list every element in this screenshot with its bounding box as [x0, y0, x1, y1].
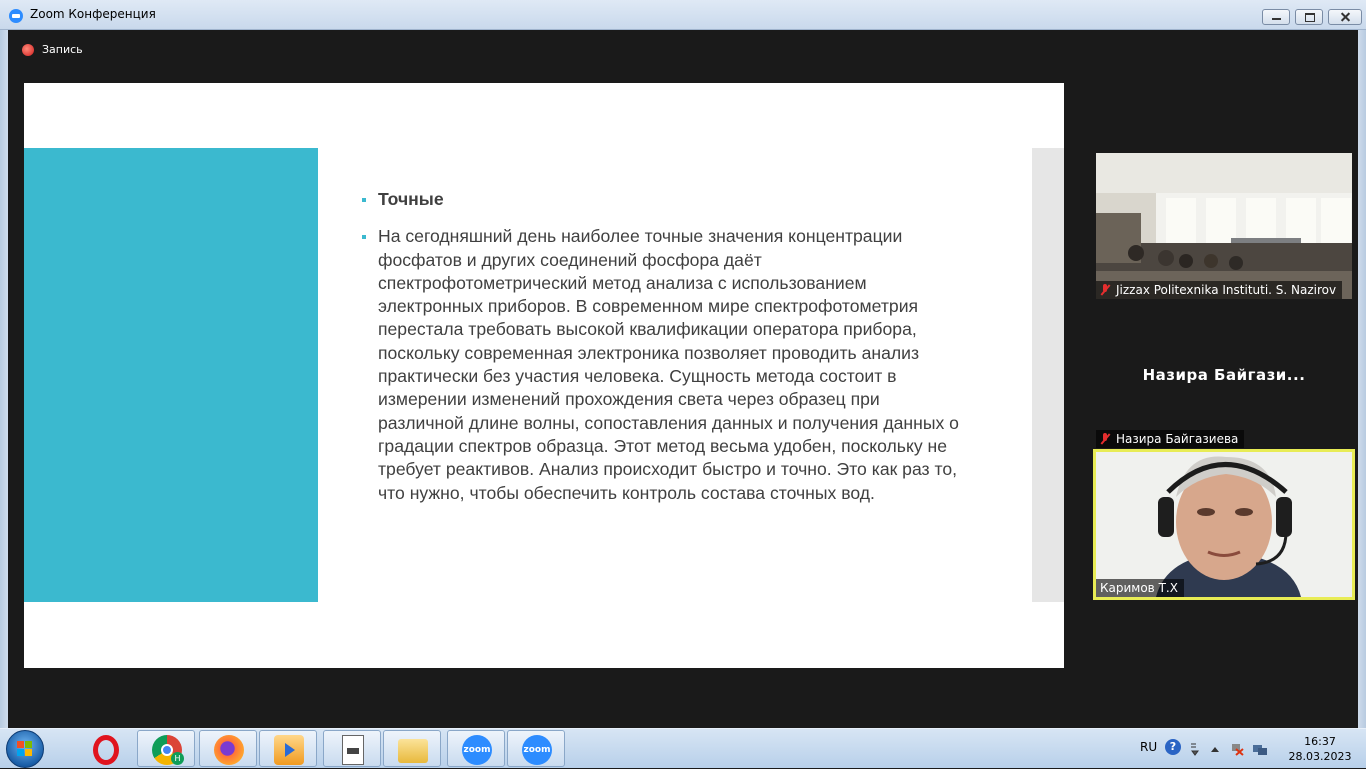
document-icon [342, 735, 364, 765]
show-hidden-icons-icon[interactable] [1208, 741, 1222, 755]
network-icon[interactable] [1252, 741, 1267, 755]
windows-logo-icon [17, 741, 33, 757]
folder-icon [398, 739, 428, 763]
taskbar-zoom[interactable]: zoom [507, 730, 565, 767]
chrome-profile-badge: H [171, 752, 184, 765]
slide-bullet-text: На сегодняшний день наиболее точные знач… [378, 226, 959, 503]
record-icon [22, 44, 34, 56]
windows-taskbar: H zoom zoom RU ? 16:37 28.03.2023 [0, 728, 1366, 768]
mic-muted-icon [1100, 284, 1110, 296]
language-indicator[interactable]: RU [1140, 740, 1157, 754]
opera-icon [93, 735, 119, 765]
slide-bullet-text: Точные [378, 189, 444, 209]
speaker-video-image [1096, 452, 1352, 597]
window-frame-left [0, 30, 8, 728]
slide-accent-block [24, 148, 318, 602]
maximize-button[interactable] [1295, 9, 1323, 25]
slide-bullet: На сегодняшний день наиболее точные знач… [362, 225, 962, 505]
slide-bullet-list: Точные На сегодняшний день наиболее точн… [362, 188, 962, 505]
clock[interactable]: 16:37 28.03.2023 [1280, 734, 1360, 764]
start-button[interactable] [6, 730, 44, 768]
help-icon[interactable]: ? [1165, 739, 1181, 755]
window-titlebar: Zoom Конференция [0, 0, 1366, 30]
zoom-icon: zoom [522, 735, 552, 765]
bullet-marker [362, 198, 366, 202]
participant-video-tile[interactable]: Jizzax Politexnika Instituti. S. Nazirov [1096, 153, 1352, 299]
bullet-marker [362, 235, 366, 240]
classroom-video-image [1096, 153, 1352, 299]
taskbar-explorer[interactable] [383, 730, 441, 767]
recording-label: Запись [42, 43, 83, 56]
participant-name-label: Каримов Т.Х [1096, 579, 1184, 597]
taskbar-firefox[interactable] [199, 730, 257, 767]
action-center-flag-icon[interactable] [1230, 741, 1244, 756]
minimize-button[interactable] [1262, 9, 1290, 25]
participant-name-label: Jizzax Politexnika Instituti. S. Nazirov [1096, 281, 1343, 299]
slide-bullet: Точные [362, 188, 962, 211]
participant-center-name: Назира Байгази... [1142, 366, 1306, 384]
close-button[interactable] [1328, 9, 1362, 25]
network-activity-icon[interactable] [1188, 741, 1202, 756]
taskbar-media-player[interactable] [259, 730, 317, 767]
firefox-icon [214, 735, 244, 765]
clock-date: 28.03.2023 [1288, 750, 1352, 763]
participant-name-label: Назира Байгазиева [1096, 430, 1245, 448]
zoom-app-icon [9, 9, 23, 23]
shared-screen-slide: Точные На сегодняшний день наиболее точн… [24, 83, 1064, 668]
clock-time: 16:37 [1304, 735, 1336, 748]
active-speaker-video-tile[interactable]: Каримов Т.Х [1093, 449, 1355, 600]
slide-side-bar [1032, 148, 1064, 602]
media-player-icon [274, 735, 304, 765]
system-tray: RU ? 16:37 28.03.2023 [1130, 729, 1366, 769]
taskbar-zoom[interactable]: zoom [447, 730, 505, 767]
zoom-icon: zoom [462, 735, 492, 765]
mic-muted-icon [1100, 433, 1110, 445]
taskbar-chrome[interactable]: H [137, 730, 195, 767]
taskbar-opera[interactable] [76, 730, 134, 767]
window-title: Zoom Конференция [30, 7, 156, 21]
participant-video-tile[interactable]: Назира Байгази... Назира Байгазиева [1096, 302, 1352, 448]
taskbar-document[interactable] [323, 730, 381, 767]
window-frame-right [1358, 30, 1366, 728]
